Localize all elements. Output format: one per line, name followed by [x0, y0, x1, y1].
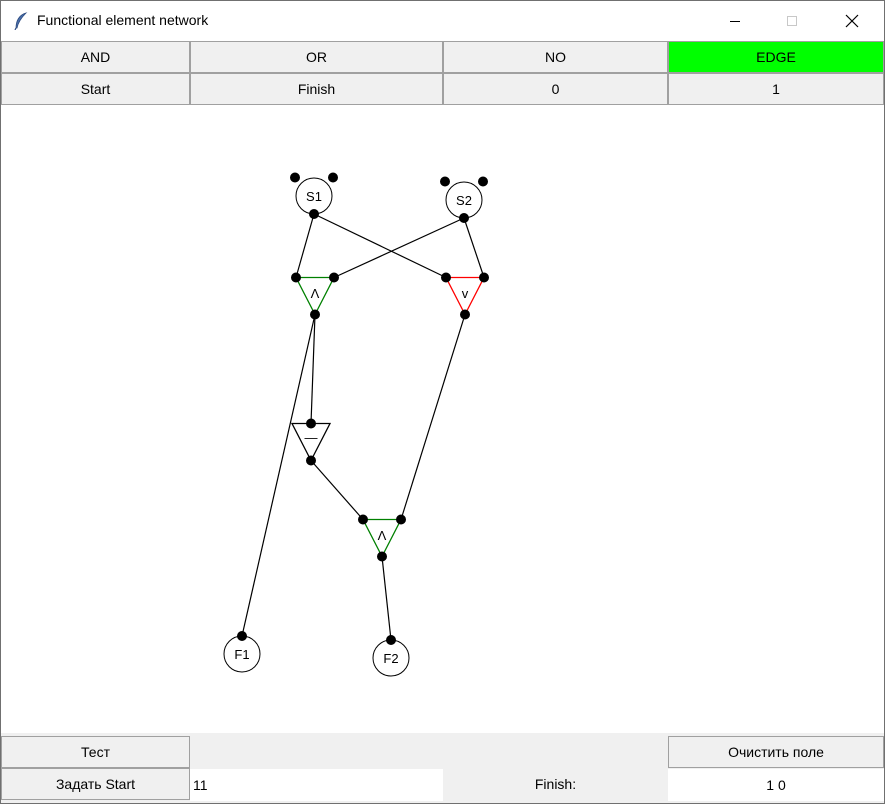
finish-value: 1 0 [668, 769, 884, 801]
minimize-icon [730, 21, 740, 22]
test-button[interactable]: Тест [1, 736, 190, 768]
port-dot [479, 272, 489, 283]
edge-line [241, 314, 316, 637]
gate-label: Λ [311, 286, 320, 301]
port-dot [441, 272, 451, 283]
clear-field-button-label: Очистить поле [728, 744, 824, 760]
port-dot [290, 172, 300, 183]
port-dot [306, 418, 316, 429]
finish-button[interactable]: Finish [190, 73, 443, 105]
port-dot [309, 209, 319, 219]
node-or1: v [441, 272, 489, 320]
maximize-icon [787, 16, 797, 26]
node-label: F2 [383, 651, 398, 666]
node-f1: F1 [223, 631, 261, 673]
set-start-button-label: Задать Start [55, 776, 136, 792]
no-button[interactable]: NO [443, 41, 668, 73]
close-icon [845, 14, 859, 28]
edge-button-label: EDGE [756, 49, 796, 65]
port-dot [396, 514, 406, 525]
port-dot [377, 551, 387, 562]
node-label: S2 [456, 193, 472, 208]
port-dot [329, 272, 339, 283]
window-title: Functional element network [37, 12, 209, 28]
zero-button[interactable]: 0 [443, 73, 668, 105]
edge-line [310, 460, 364, 520]
edge-line [463, 217, 485, 278]
minimize-button[interactable] [712, 1, 758, 41]
maximize-button[interactable] [769, 1, 815, 41]
port-dot [237, 631, 247, 641]
port-dot [440, 176, 450, 187]
edge-line [333, 217, 465, 279]
port-dot [306, 455, 316, 466]
one-button-label: 1 [772, 81, 780, 97]
start-button[interactable]: Start [1, 73, 190, 105]
app-window: Functional element network AND OR NO EDG… [0, 0, 885, 804]
node-s1: S1 [290, 172, 338, 219]
port-dot [459, 213, 469, 223]
finish-button-label: Finish [297, 81, 336, 97]
port-dot [310, 309, 320, 320]
edge-line [295, 213, 315, 278]
edge-line [400, 314, 466, 520]
clear-field-button[interactable]: Очистить поле [668, 736, 884, 768]
node-s2: S2 [440, 176, 488, 223]
one-button[interactable]: 1 [668, 73, 884, 105]
test-button-label: Тест [81, 744, 110, 760]
close-button[interactable] [829, 1, 875, 41]
set-start-button[interactable]: Задать Start [1, 768, 190, 800]
port-dot [386, 635, 396, 645]
edge-line [381, 556, 392, 641]
gate-label: Λ [378, 528, 387, 543]
node-label: S1 [306, 189, 322, 204]
node-f2: F2 [372, 635, 410, 677]
node-and1: Λ [291, 272, 339, 320]
start-button-label: Start [80, 81, 111, 97]
network-canvas[interactable]: S1 S2 Λv — Λ F1 F2 [1, 105, 884, 733]
network-diagram[interactable]: S1 S2 Λ v — Λ F1 F2 [1, 105, 884, 733]
title-bar: Functional element network [1, 1, 884, 41]
port-dot [291, 272, 301, 283]
and-button-label: AND [80, 49, 111, 65]
or-button-label: OR [306, 49, 327, 65]
zero-button-label: 0 [551, 81, 560, 97]
port-dot [328, 172, 338, 183]
port-dot [478, 176, 488, 187]
edge-line [313, 213, 447, 279]
port-dot [358, 514, 368, 525]
node-and2: Λ [358, 514, 406, 562]
node-label: F1 [234, 647, 249, 662]
feather-icon [14, 12, 28, 30]
start-value-input[interactable] [190, 769, 443, 801]
edge-button[interactable]: EDGE [668, 41, 884, 73]
node-not1: — [290, 418, 332, 466]
or-button[interactable]: OR [190, 41, 443, 73]
port-dot [460, 309, 470, 320]
and-button[interactable]: AND [1, 41, 190, 73]
gate-label: v [462, 286, 469, 301]
gate-label: — [305, 430, 318, 445]
no-button-label: NO [545, 49, 566, 65]
finish-label: Finish: [534, 776, 577, 792]
